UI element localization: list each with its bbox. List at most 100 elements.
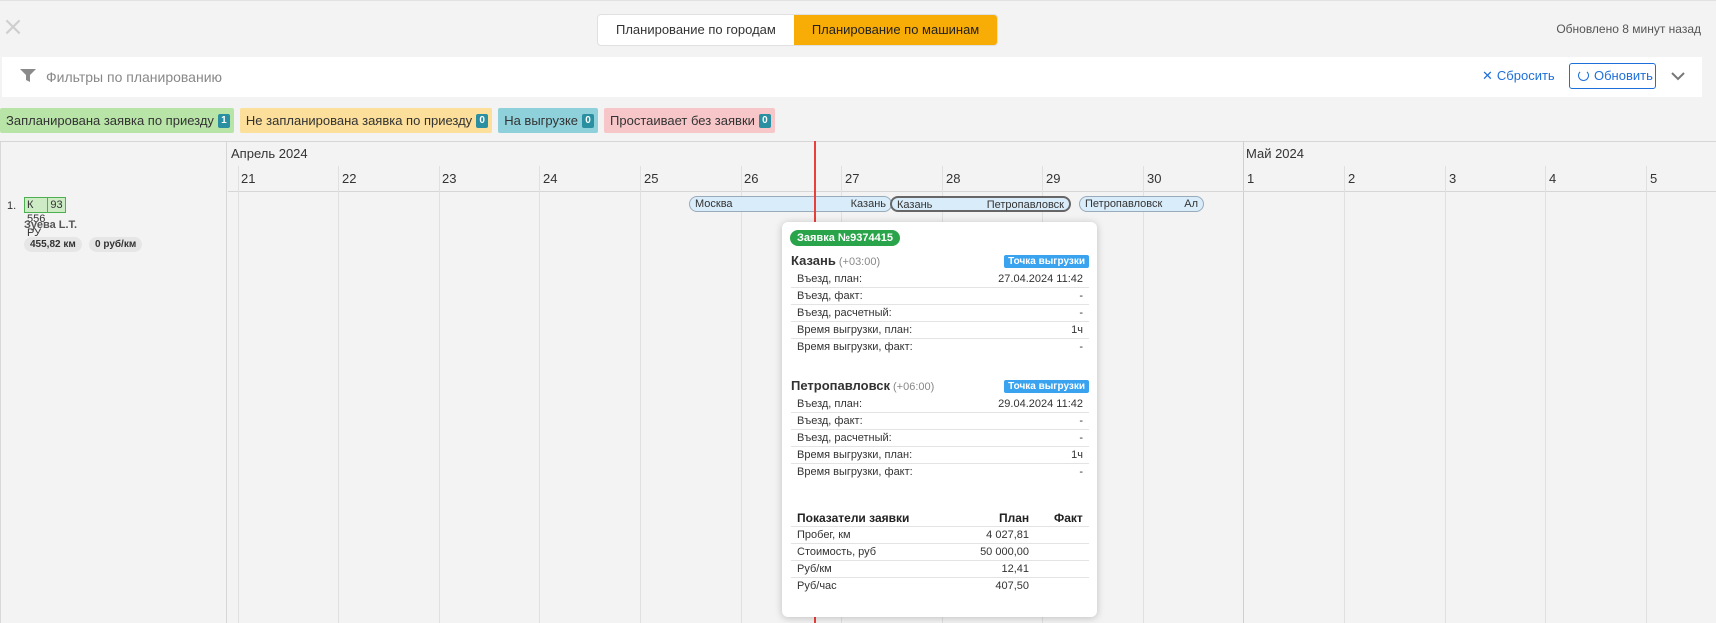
route-from: Москва bbox=[695, 198, 733, 210]
stop-timezone: (+06:00) bbox=[893, 381, 935, 393]
stop-detail-row: Въезд, расчетный: - bbox=[791, 305, 1089, 322]
day-label: 5 bbox=[1650, 171, 1658, 186]
month-header: Апрель 2024 Май 2024 bbox=[228, 142, 1716, 623]
day-gridline bbox=[539, 166, 540, 623]
updated-status: Обновлено 8 минут назад bbox=[1556, 22, 1701, 36]
legend-label: Запланирована заявка по приезду bbox=[6, 113, 214, 128]
metric-row: Руб/час 407,50 bbox=[797, 580, 1029, 592]
legend-label: Не запланирована заявка по приезду bbox=[245, 113, 473, 128]
day-label: 30 bbox=[1147, 171, 1162, 186]
stop-city: Петропавловск (+06:00) bbox=[791, 378, 934, 393]
day-gridline bbox=[1344, 166, 1345, 623]
stop-detail-row: Время выгрузки, факт: - bbox=[797, 466, 1083, 478]
stop-city-name: Петропавловск bbox=[791, 378, 890, 393]
day-label: 3 bbox=[1449, 171, 1457, 186]
tab-planning-by-vehicles[interactable]: Планирование по машинам bbox=[793, 15, 998, 45]
legend-label: Простаивает без заявки bbox=[610, 113, 755, 128]
day-label: 24 bbox=[543, 171, 558, 186]
day-gridline bbox=[1445, 166, 1446, 623]
stop-detail-row: Время выгрузки, план: 1ч bbox=[791, 447, 1089, 464]
stop-detail-row: Время выгрузки, факт: - bbox=[797, 341, 1083, 353]
reset-label: Сбросить bbox=[1496, 68, 1555, 83]
filter-icon bbox=[20, 69, 36, 82]
day-label: 2 bbox=[1348, 171, 1356, 186]
refresh-button[interactable]: Обновить bbox=[1569, 63, 1656, 89]
route-to: Петропавловск bbox=[986, 199, 1064, 211]
stop-detail-row: Въезд, расчетный: - bbox=[791, 430, 1089, 447]
filter-placeholder[interactable]: Фильтры по планированию bbox=[46, 69, 222, 85]
stop-detail-row: Въезд, план: 27.04.2024 11:42 bbox=[791, 271, 1089, 288]
month-label: Апрель 2024 bbox=[231, 146, 308, 161]
order-tooltip: Заявка №9374415 Казань (+03:00) Точка выг… bbox=[782, 222, 1097, 617]
day-gridline bbox=[1545, 166, 1546, 623]
filter-bar: Фильтры по планированию ✕ Сбросить Обнови… bbox=[2, 57, 1702, 97]
day-gridline bbox=[1143, 166, 1144, 623]
day-label: 29 bbox=[1046, 171, 1061, 186]
chevron-down-icon[interactable] bbox=[1667, 65, 1689, 87]
stop-detail-row: Время выгрузки, план: 1ч bbox=[791, 322, 1089, 339]
legend-label: На выгрузке bbox=[504, 113, 579, 128]
legend-not-planned[interactable]: Не запланирована заявка по приезду 0 bbox=[239, 108, 493, 133]
day-label: 1 bbox=[1247, 171, 1255, 186]
day-gridline bbox=[238, 166, 239, 623]
legend-idle[interactable]: Простаивает без заявки 0 bbox=[604, 108, 775, 133]
route-from: Петропавловск bbox=[1085, 198, 1163, 210]
day-label: 4 bbox=[1549, 171, 1557, 186]
day-gridline bbox=[439, 166, 440, 623]
stop-city: Казань (+03:00) bbox=[791, 253, 880, 268]
close-icon[interactable]: × bbox=[2, 14, 24, 40]
metrics-plan-header: План bbox=[999, 511, 1030, 525]
day-gridline bbox=[741, 166, 742, 623]
reset-filters-button[interactable]: ✕ Сбросить bbox=[1482, 68, 1555, 84]
day-label: 23 bbox=[442, 171, 457, 186]
order-title: Заявка №9374415 bbox=[790, 230, 900, 246]
driver-name: Зуева L.T. bbox=[24, 219, 78, 231]
day-label: 27 bbox=[845, 171, 860, 186]
metrics-title: Показатели заявки bbox=[797, 511, 910, 525]
metrics-fact-header: Факт bbox=[1054, 511, 1083, 525]
month-label: Май 2024 bbox=[1246, 146, 1304, 161]
metrics-header: Показатели заявки План Факт bbox=[791, 510, 1089, 527]
route-bar-selected[interactable]: Казань Петропавловск bbox=[890, 196, 1071, 212]
legend-unloading[interactable]: На выгрузке 0 bbox=[498, 108, 599, 133]
top-bar: × Планирование по городам Планирование п… bbox=[0, 0, 1716, 56]
day-label: 25 bbox=[644, 171, 659, 186]
refresh-icon bbox=[1578, 70, 1589, 81]
stop-detail-row: Въезд, факт: - bbox=[791, 288, 1089, 305]
tab-planning-by-cities[interactable]: Планирование по городам bbox=[598, 15, 794, 45]
plate-region: 93 bbox=[47, 198, 64, 212]
day-label: 21 bbox=[241, 171, 256, 186]
day-label: 22 bbox=[342, 171, 357, 186]
distance-pill: 455,82 км bbox=[24, 237, 82, 252]
legend-count: 0 bbox=[476, 113, 489, 128]
plate-main: К 556 РУ bbox=[27, 199, 46, 239]
month-divider bbox=[1243, 142, 1244, 623]
day-gridline bbox=[1646, 166, 1647, 623]
metric-row: Пробег, км 4 027,81 bbox=[791, 527, 1089, 544]
route-to: Ал bbox=[1184, 198, 1198, 210]
route-bar[interactable]: Петропавловск Ал bbox=[1079, 196, 1204, 212]
day-gridline bbox=[640, 166, 641, 623]
route-to: Казань bbox=[850, 198, 886, 210]
refresh-label: Обновить bbox=[1594, 68, 1653, 83]
rate-pill: 0 руб/км bbox=[89, 237, 143, 252]
legend-planned[interactable]: Запланирована заявка по приезду 1 bbox=[0, 108, 234, 133]
stop-detail-row: Въезд, факт: - bbox=[791, 413, 1089, 430]
day-gridline bbox=[338, 166, 339, 623]
stop-city-name: Казань bbox=[791, 253, 836, 268]
stop-type-badge: Точка выгрузки bbox=[1004, 380, 1089, 393]
legend-count: 0 bbox=[582, 113, 595, 128]
day-header: 21 22 23 24 25 26 27 28 29 30 1 2 3 4 5 bbox=[228, 166, 1716, 192]
planning-mode-toggle: Планирование по городам Планирование по … bbox=[597, 14, 999, 46]
legend-count: 0 bbox=[758, 113, 771, 128]
stop-timezone: (+03:00) bbox=[838, 256, 881, 268]
plate-number[interactable]: К 556 РУ 93 bbox=[24, 197, 66, 239]
route-bar[interactable]: Москва Казань bbox=[689, 196, 892, 212]
day-label: 26 bbox=[744, 171, 759, 186]
legend-count: 1 bbox=[217, 113, 230, 128]
route-from: Казань bbox=[897, 199, 933, 211]
metric-row: Руб/км 12,41 bbox=[791, 561, 1089, 578]
reset-x-icon: ✕ bbox=[1482, 69, 1493, 84]
day-label: 28 bbox=[946, 171, 961, 186]
metric-row: Стоимость, руб 50 000,00 bbox=[791, 544, 1089, 561]
